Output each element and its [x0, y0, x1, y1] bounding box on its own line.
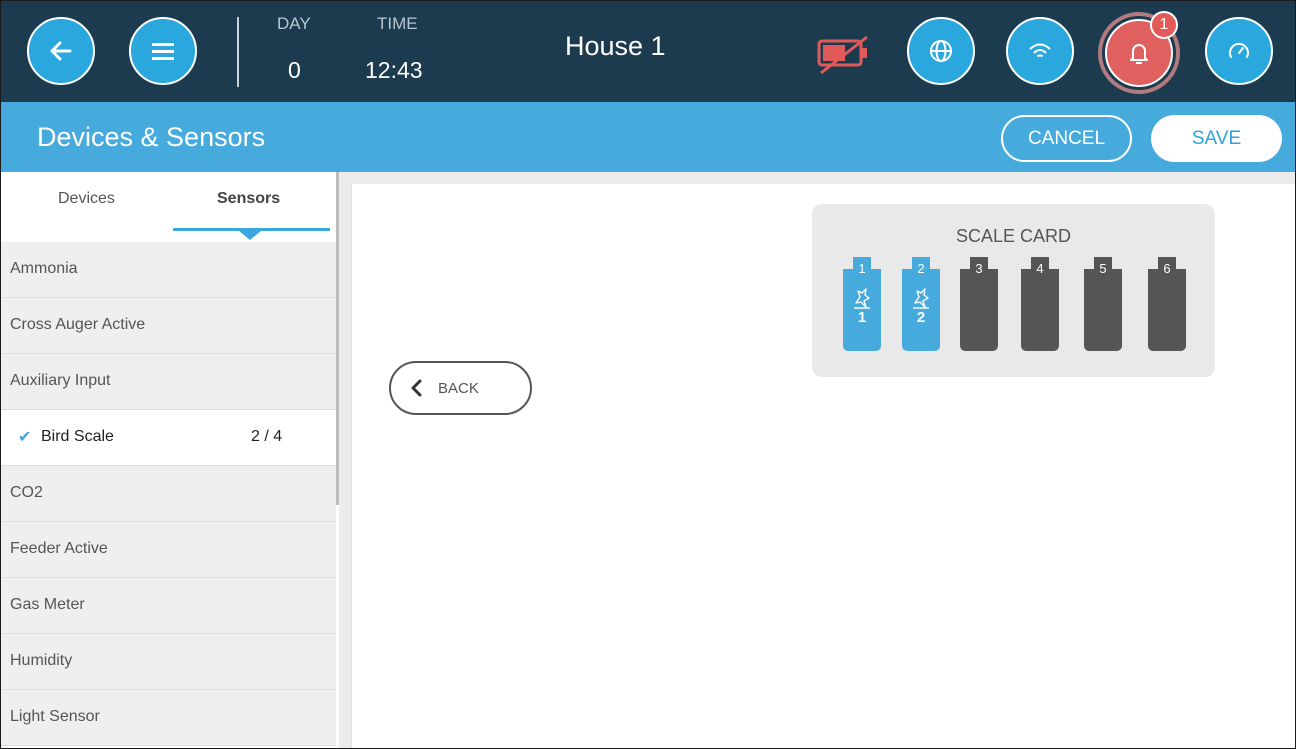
- globe-icon: [930, 40, 952, 62]
- list-item-label: CO2: [10, 484, 43, 501]
- slot-scale-number: 2: [916, 309, 926, 326]
- list-item-label: Bird Scale: [41, 428, 114, 445]
- scale-slot-1[interactable]: 1 1: [843, 257, 881, 351]
- menu-icon: [152, 43, 174, 60]
- time-value: 12:43: [365, 57, 423, 83]
- save-button[interactable]: SAVE: [1151, 115, 1282, 162]
- back-arrow-icon: [50, 41, 72, 61]
- scale-slot-5[interactable]: 5: [1084, 257, 1122, 351]
- list-item-label: Humidity: [10, 652, 73, 669]
- back-link-button[interactable]: BACK: [389, 361, 532, 415]
- time-label: TIME: [377, 14, 418, 33]
- sidebar-item-auxiliary-input[interactable]: Auxiliary Input: [1, 354, 336, 410]
- sensor-count: 2 / 4: [251, 428, 283, 445]
- back-button[interactable]: [27, 17, 95, 85]
- tab-devices[interactable]: Devices: [58, 190, 115, 208]
- sidebar-item-cross-auger-active[interactable]: Cross Auger Active: [1, 298, 336, 354]
- back-label: BACK: [438, 380, 479, 397]
- menu-button[interactable]: [129, 17, 197, 85]
- language-button[interactable]: [907, 17, 975, 85]
- day-label: DAY: [277, 14, 311, 33]
- scale-slot-3[interactable]: 3: [960, 257, 998, 351]
- sensor-list: Ammonia Cross Auger Active Auxiliary Inp…: [1, 242, 336, 746]
- title-bar: Devices & Sensors CANCEL SAVE: [1, 102, 1295, 172]
- sidebar-item-co2[interactable]: CO2: [1, 466, 336, 522]
- bird-icon: [913, 288, 929, 309]
- cancel-button[interactable]: CANCEL: [1001, 115, 1132, 162]
- house-name: House 1: [565, 31, 666, 61]
- gauge-button[interactable]: [1205, 17, 1273, 85]
- slot-number: 3: [975, 261, 983, 276]
- slot-number: 5: [1099, 261, 1107, 276]
- bell-icon: [1130, 44, 1148, 64]
- sidebar-item-light-sensor[interactable]: Light Sensor: [1, 690, 336, 746]
- active-tab-notch: [239, 231, 261, 240]
- header-divider: [237, 17, 239, 87]
- day-value: 0: [288, 57, 301, 83]
- sidebar-item-ammonia[interactable]: Ammonia: [1, 242, 336, 298]
- page-title: Devices & Sensors: [37, 122, 266, 152]
- alarm-badge: 1: [1150, 11, 1178, 39]
- sidebar-item-bird-scale[interactable]: ✔ Bird Scale 2 / 4: [1, 410, 336, 466]
- network-button[interactable]: [1006, 17, 1074, 85]
- slot-number: 6: [1163, 261, 1171, 276]
- list-item-label: Auxiliary Input: [10, 372, 111, 389]
- scale-slot-2[interactable]: 2 2: [902, 257, 940, 351]
- sidebar: Devices Sensors Ammonia Cross Auger Acti…: [1, 172, 340, 748]
- tab-sensors[interactable]: Sensors: [217, 190, 280, 208]
- chevron-left-icon: [411, 379, 422, 397]
- slot-number: 1: [858, 261, 866, 276]
- slot-number: 2: [917, 261, 925, 276]
- slot-number: 4: [1036, 261, 1044, 276]
- wifi-icon: [1029, 43, 1051, 58]
- slot-scale-number: 1: [857, 309, 867, 326]
- list-item-label: Feeder Active: [10, 540, 108, 557]
- scale-slot-4[interactable]: 4: [1021, 257, 1059, 351]
- sidebar-item-humidity[interactable]: Humidity: [1, 634, 336, 690]
- checkmark-icon: ✔: [18, 429, 32, 446]
- tab-bar: Devices Sensors: [1, 172, 339, 242]
- app-window: DAY 0 TIME 12:43 House 1 1 Devices & Sen…: [0, 0, 1296, 749]
- list-item-label: Cross Auger Active: [10, 316, 146, 333]
- top-bar: DAY 0 TIME 12:43 House 1 1: [1, 1, 1295, 102]
- scale-card: SCALE CARD 1 1 2 2 3 4 5 6: [812, 204, 1215, 377]
- list-item-label: Ammonia: [10, 260, 78, 277]
- sidebar-item-feeder-active[interactable]: Feeder Active: [1, 522, 336, 578]
- scale-slot-6[interactable]: 6: [1148, 257, 1186, 351]
- bird-icon: [854, 288, 870, 309]
- list-item-label: Gas Meter: [10, 596, 85, 613]
- sidebar-item-gas-meter[interactable]: Gas Meter: [1, 578, 336, 634]
- gauge-icon: [1229, 42, 1249, 58]
- scale-card-title: SCALE CARD: [955, 226, 1072, 246]
- battery-off-icon[interactable]: [813, 35, 873, 75]
- list-item-label: Light Sensor: [10, 708, 100, 725]
